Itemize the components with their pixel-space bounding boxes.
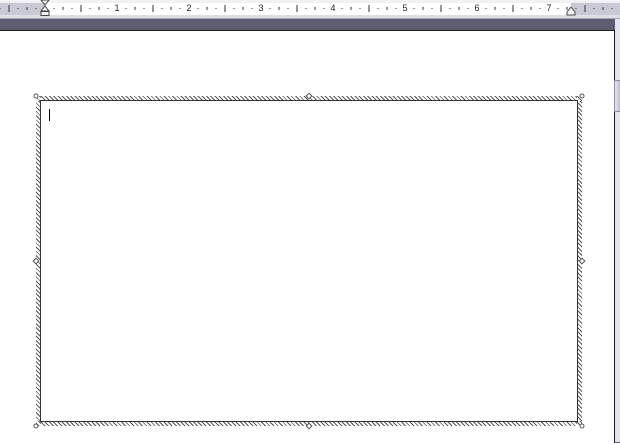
resize-handle-bottom-left[interactable] bbox=[33, 423, 39, 429]
ruler-number-1: 1 bbox=[114, 3, 120, 13]
text-cursor bbox=[49, 109, 50, 121]
ruler-number-4: 4 bbox=[330, 3, 336, 13]
resize-handle-bottom-right[interactable] bbox=[579, 423, 585, 429]
resize-handle-top-right[interactable] bbox=[579, 93, 585, 99]
first-line-indent-icon[interactable] bbox=[40, 0, 50, 17]
resize-handle-top-left[interactable] bbox=[33, 93, 39, 99]
document-page[interactable] bbox=[0, 30, 615, 443]
horizontal-ruler[interactable]: 1 2 3 4 5 6 7 bbox=[0, 0, 620, 19]
right-indent-icon[interactable] bbox=[566, 7, 576, 16]
ruler-ticks bbox=[0, 5, 613, 12]
text-box[interactable] bbox=[32, 92, 586, 430]
ruler-number-7: 7 bbox=[546, 3, 552, 13]
ruler-number-3: 3 bbox=[258, 3, 264, 13]
workspace-gap bbox=[0, 19, 620, 30]
text-box-content-area[interactable] bbox=[40, 100, 578, 422]
ruler-number-5: 5 bbox=[402, 3, 408, 13]
vertical-scrollbar-thumb[interactable] bbox=[614, 80, 620, 112]
ruler-number-6: 6 bbox=[474, 3, 480, 13]
ruler-number-2: 2 bbox=[186, 3, 192, 13]
